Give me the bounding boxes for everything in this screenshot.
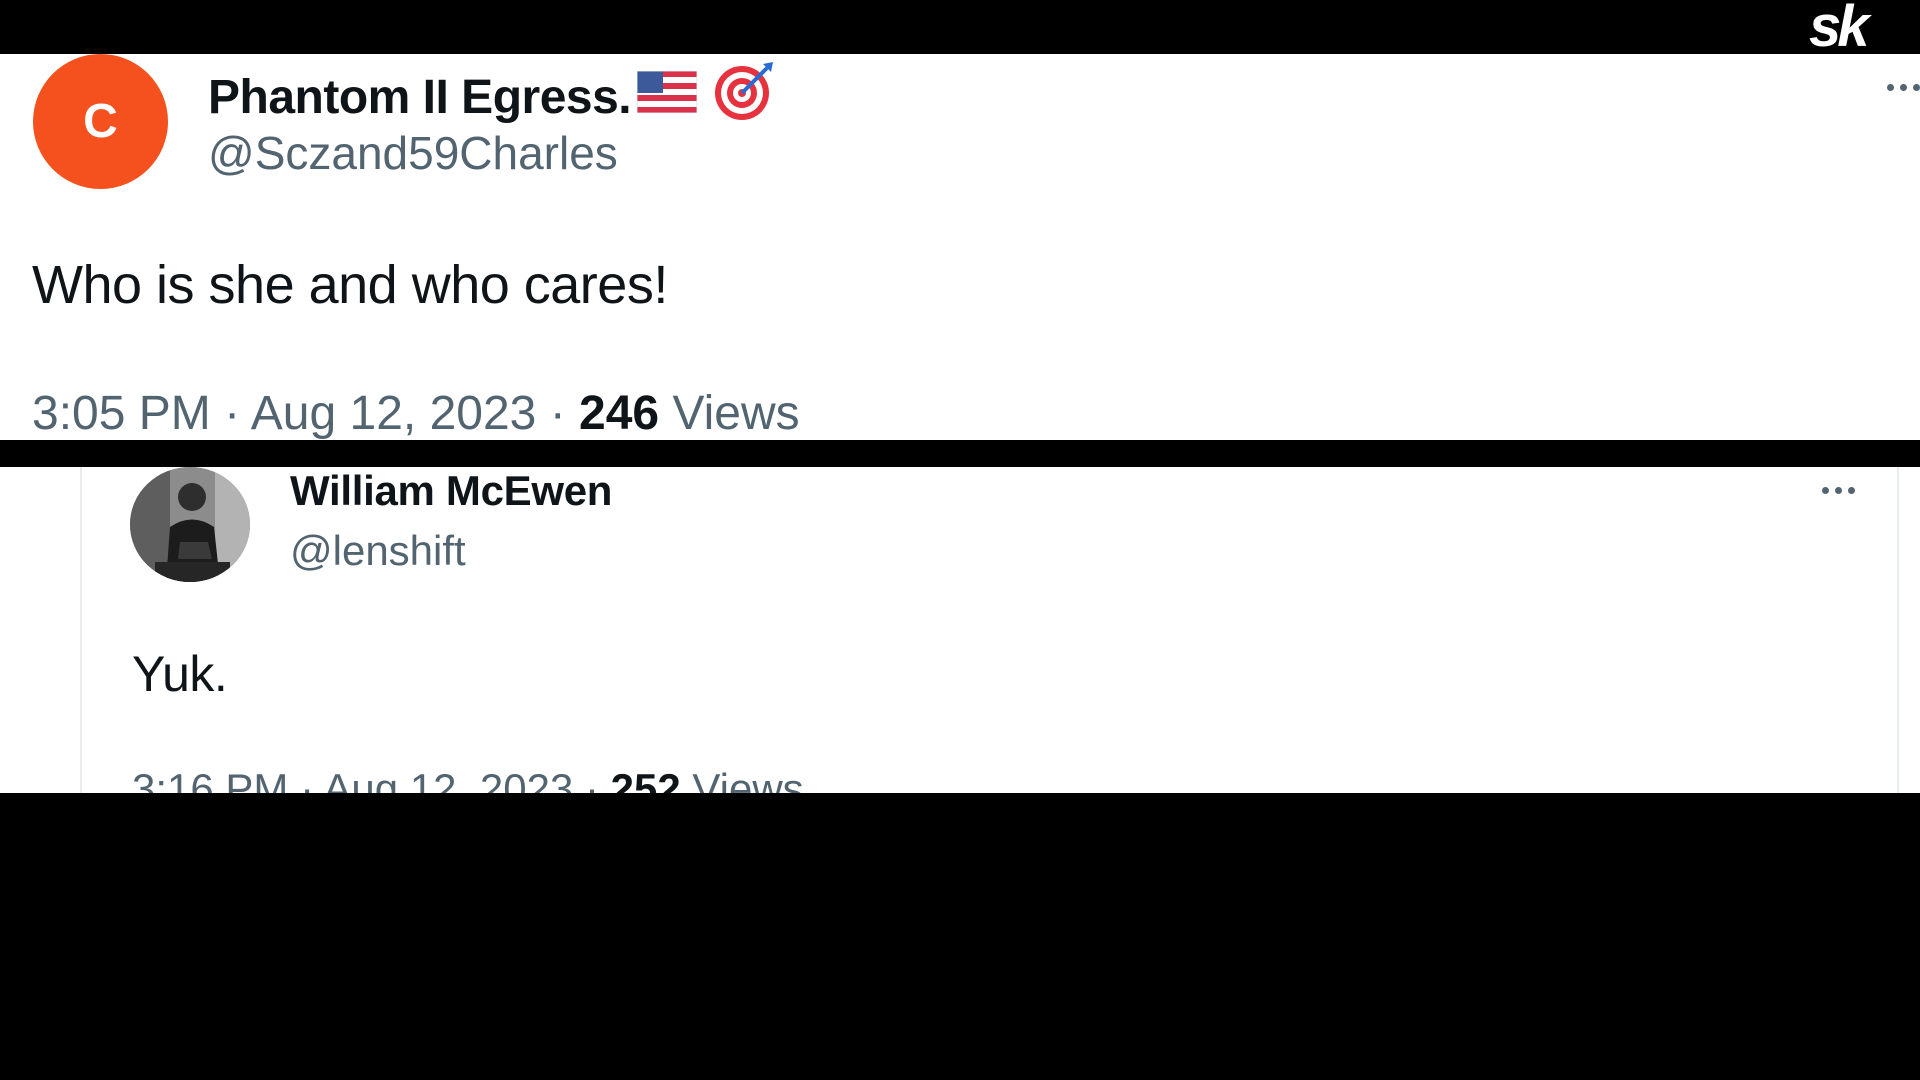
display-name[interactable]: Phantom II Egress. [208,60,775,134]
sk-logo: sk [1807,0,1917,54]
profile-photo [130,467,250,582]
views-count: 252 [610,765,681,793]
more-options-icon[interactable] [1822,487,1855,494]
user-handle[interactable]: @lenshift [290,527,466,575]
avatar[interactable] [130,467,250,582]
display-name[interactable]: William McEwen [290,467,612,515]
timestamp[interactable]: 3:05 PM · Aug 12, 2023 · [32,387,579,440]
more-options-icon[interactable] [1887,84,1920,91]
tweet-meta: 3:16 PM · Aug 12, 2023 · 252 Views [132,765,804,793]
timestamp[interactable]: 3:16 PM · Aug 12, 2023 · [132,765,611,793]
views-count: 246 [579,387,660,440]
tweet-embed-frame: William McEwen @lenshift Yuk. 3:16 PM · … [80,467,1899,793]
target-icon [713,60,775,134]
views-label: Views [680,765,804,793]
avatar[interactable]: C [33,54,168,189]
views-label: Views [659,387,800,440]
svg-text:sk: sk [1809,0,1872,54]
tweet-card[interactable]: C Phantom II Egress. @Sczand59Charles Wh… [0,54,1920,440]
tweet-meta: 3:05 PM · Aug 12, 2023 · 246 Views [32,386,800,440]
user-handle[interactable]: @Sczand59Charles [208,126,618,180]
tweet-card[interactable]: William McEwen @lenshift Yuk. 3:16 PM · … [0,467,1920,793]
us-flag-icon [636,70,698,125]
sk-logo-mark: sk [1809,0,1876,54]
display-name-text: William McEwen [290,467,613,514]
tweet-text: Who is she and who cares! [32,255,668,315]
tweet-text: Yuk. [132,646,228,702]
display-name-text: Phantom II Egress. [208,70,632,124]
